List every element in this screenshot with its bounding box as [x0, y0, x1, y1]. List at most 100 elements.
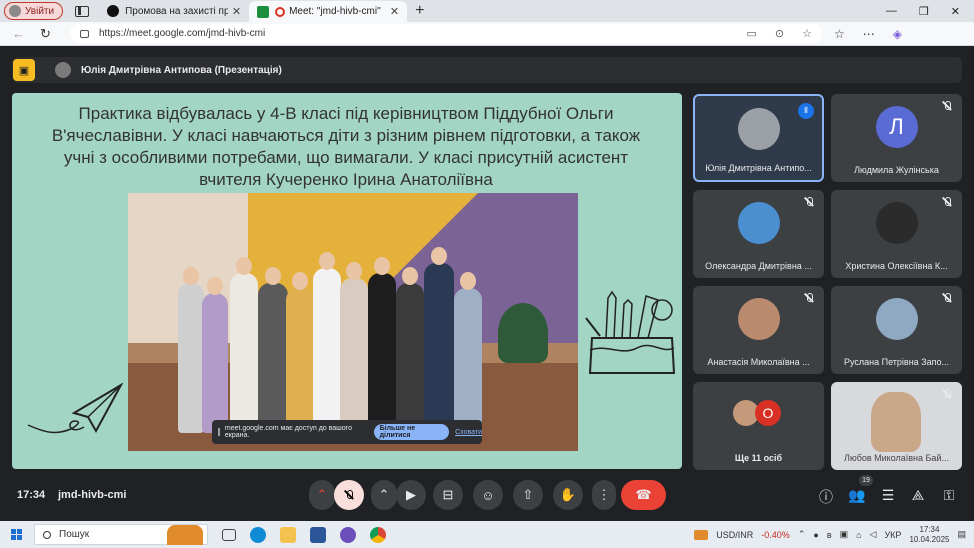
- drag-handle-icon[interactable]: [218, 428, 220, 436]
- present-screen-icon[interactable]: ▣: [13, 59, 35, 81]
- mic-off-icon: [940, 293, 954, 307]
- volume-icon[interactable]: ◁: [870, 529, 877, 540]
- participant-tile[interactable]: Руслана Петрівна Запо...: [831, 286, 962, 374]
- hand-icon: ✋: [559, 487, 577, 502]
- profile-label: Увійти: [25, 5, 55, 17]
- mic-tray-icon[interactable]: ●: [813, 530, 818, 540]
- address-bar-row: ← ↻ https://meet.google.com/jmd-hivb-cmi…: [0, 22, 974, 46]
- network-icon[interactable]: ⌂: [856, 530, 861, 540]
- bluetooth-icon[interactable]: ʙ: [827, 530, 832, 540]
- activities-icon[interactable]: ⟁: [908, 487, 928, 504]
- video-options-button[interactable]: ⌃: [371, 480, 397, 510]
- captions-icon: ⊟: [442, 487, 454, 502]
- new-tab-icon[interactable]: +: [415, 2, 424, 20]
- reactions-button[interactable]: ☺: [473, 480, 503, 510]
- profile-avatar: [9, 5, 21, 17]
- tab-actions-icon[interactable]: [75, 5, 90, 17]
- tab-presentation[interactable]: Промова на захисті практики ✕: [99, 0, 249, 22]
- slide-text: Практика відбувалась у 4-В класі під кер…: [51, 104, 641, 189]
- captions-button[interactable]: ⊟: [433, 480, 463, 510]
- participant-avatar: [875, 298, 918, 340]
- class-photo: [128, 193, 578, 451]
- speaking-indicator-icon: ⦀: [798, 103, 814, 119]
- mic-off-icon: [940, 389, 954, 403]
- site-info-icon[interactable]: [80, 29, 89, 38]
- profile-button[interactable]: Увійти: [4, 2, 64, 20]
- present-button[interactable]: ⇧: [513, 480, 543, 510]
- screen-share-banner: meet.google.com має доступ до вашого екр…: [212, 420, 482, 444]
- participant-tile[interactable]: Олександра Дмитрівна ...: [693, 190, 824, 278]
- notifications-icon[interactable]: ▤: [957, 529, 966, 540]
- stop-sharing-button[interactable]: Більше не ділитися: [373, 424, 450, 440]
- audio-options-button[interactable]: ⌃: [309, 480, 335, 510]
- viber-icon[interactable]: [340, 526, 356, 543]
- menu-dots-icon[interactable]: ⋯: [863, 27, 875, 41]
- task-view-icon[interactable]: [222, 528, 236, 541]
- tab-meet[interactable]: Meet: "jmd-hivb-cmi" ✕: [249, 1, 408, 22]
- info-icon[interactable]: ⓘ: [816, 487, 836, 507]
- camera-indicator-icon[interactable]: ▭: [747, 27, 757, 40]
- close-tab-icon[interactable]: ✕: [390, 5, 399, 18]
- reader-icon[interactable]: ⊙: [775, 27, 784, 40]
- chrome-icon[interactable]: [370, 526, 386, 543]
- chat-icon[interactable]: ☰: [878, 487, 898, 504]
- reload-icon[interactable]: ↻: [40, 26, 54, 42]
- raise-hand-button[interactable]: ✋: [553, 480, 583, 510]
- participant-tile[interactable]: Л Людмила Жулінська: [831, 94, 962, 182]
- clock[interactable]: 17:34 10.04.2025: [909, 525, 949, 545]
- minimize-icon[interactable]: —: [886, 5, 897, 18]
- tab-title: Meet: "jmd-hivb-cmi": [289, 6, 381, 17]
- recording-icon: [275, 6, 286, 17]
- favorites-icon[interactable]: ☆: [834, 27, 845, 41]
- chevron-up-icon[interactable]: ⌃: [798, 529, 806, 540]
- more-vert-icon: ⋮: [597, 487, 611, 502]
- mic-off-icon: [940, 101, 954, 115]
- edge-icon[interactable]: [250, 526, 266, 543]
- participant-tile[interactable]: ⦀ Юлія Дмитрівна Антипо...: [693, 94, 824, 182]
- more-options-button[interactable]: ⋮: [592, 480, 616, 510]
- windows-start-icon[interactable]: [11, 529, 22, 540]
- back-icon[interactable]: ←: [12, 26, 26, 41]
- close-tab-icon[interactable]: ✕: [232, 5, 241, 18]
- host-controls-icon[interactable]: ⚿: [939, 487, 959, 504]
- search-label: Пошук: [59, 529, 90, 540]
- people-icon[interactable]: 👥: [847, 487, 867, 504]
- chevron-up-icon: ⌃: [316, 487, 328, 502]
- word-icon[interactable]: [310, 526, 326, 543]
- url-field[interactable]: https://meet.google.com/jmd-hivb-cmi ▭ ⊙…: [70, 24, 822, 43]
- hang-up-icon: ☎: [635, 487, 652, 502]
- presenter-avatar: [55, 62, 71, 78]
- participant-avatar: [737, 108, 780, 150]
- ticker-label[interactable]: USD/INR: [716, 530, 753, 540]
- favorite-star-icon[interactable]: ☆: [802, 27, 812, 40]
- ticker-change: -0.40%: [761, 529, 790, 540]
- hide-banner-link[interactable]: Сховати: [455, 429, 482, 436]
- mic-off-icon: [344, 490, 354, 500]
- participant-avatar: Л: [875, 106, 918, 148]
- participant-video-tile[interactable]: Любов Миколаївна Бай...: [831, 382, 962, 470]
- participant-tile[interactable]: Анастасія Миколаївна ...: [693, 286, 824, 374]
- microphone-button[interactable]: [334, 480, 364, 510]
- mic-off-icon: [940, 197, 954, 211]
- presentation-stage: Практика відбувалась у 4-В класі під кер…: [12, 93, 682, 469]
- participant-tile[interactable]: Христина Олексіївна К...: [831, 190, 962, 278]
- participant-name: Людмила Жулінська: [854, 165, 939, 175]
- leave-call-button[interactable]: ☎: [621, 480, 666, 510]
- more-participants-tile[interactable]: О Ще 11 осіб: [693, 382, 824, 470]
- camera-icon: ▶: [406, 487, 416, 502]
- camera-tray-icon[interactable]: ▣: [840, 529, 849, 540]
- participant-video: [871, 392, 921, 452]
- chevron-up-icon: ⌃: [378, 487, 390, 502]
- file-explorer-icon[interactable]: [280, 526, 296, 543]
- emoji-icon: ☺: [481, 487, 495, 503]
- copilot-icon[interactable]: ◈: [893, 27, 902, 41]
- meet-favicon-icon: [257, 5, 270, 18]
- system-tray: USD/INR -0.40% ⌃ ● ʙ ▣ ⌂ ◁ УКР 17:34 10.…: [694, 525, 974, 545]
- taskbar-search[interactable]: Пошук: [34, 524, 208, 545]
- close-window-icon[interactable]: ✕: [951, 5, 960, 18]
- language-indicator[interactable]: УКР: [884, 530, 901, 540]
- maximize-icon[interactable]: ❐: [919, 5, 929, 18]
- search-highlight-icon: [167, 525, 203, 545]
- participant-avatar: [737, 202, 780, 244]
- camera-button[interactable]: ▶: [396, 480, 426, 510]
